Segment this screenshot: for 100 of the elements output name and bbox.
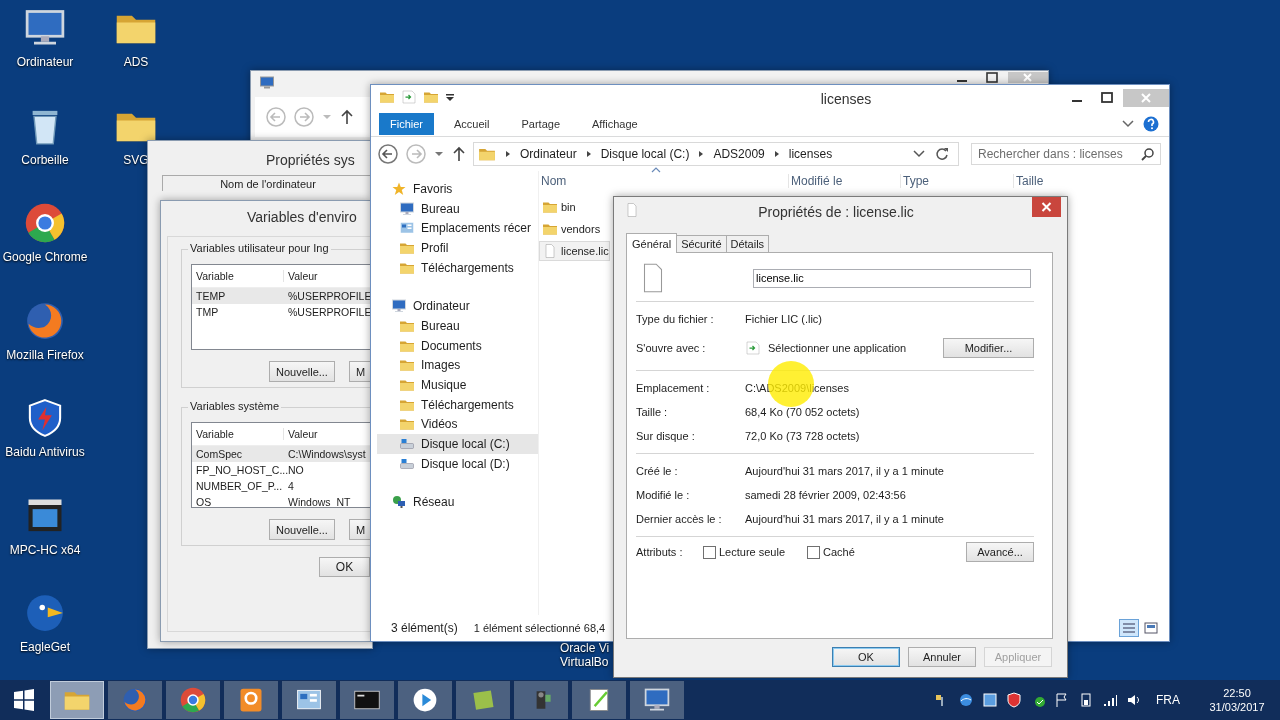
- column-header[interactable]: Type: [901, 174, 1014, 188]
- file-item[interactable]: vendors: [539, 219, 602, 239]
- close-icon[interactable]: [1032, 197, 1061, 217]
- tiles-view-icon[interactable]: [1141, 619, 1161, 637]
- column-header[interactable]: Valeur: [284, 270, 370, 282]
- tab[interactable]: Détails: [725, 235, 770, 252]
- checkbox-label[interactable]: Lecture seule: [719, 546, 786, 558]
- ribbon-tab[interactable]: Fichier: [379, 113, 434, 135]
- help-icon[interactable]: [1143, 116, 1159, 132]
- taskbar-button[interactable]: [166, 681, 220, 719]
- checkbox[interactable]: [703, 545, 716, 559]
- tree-item[interactable]: Réseau: [377, 492, 538, 513]
- tab[interactable]: Nom de l'ordinateur: [162, 175, 372, 191]
- dialog-button[interactable]: Nouvelle...: [269, 519, 335, 540]
- address-bar[interactable]: Ordinateur Disque local (C:) ADS2009 licenses: [473, 142, 959, 166]
- tree-item[interactable]: Bureau: [377, 198, 538, 219]
- advanced-button[interactable]: Avancé...: [966, 542, 1034, 562]
- ribbon-tab[interactable]: Partage: [509, 114, 572, 134]
- desktop-icon-label[interactable]: ADS: [123, 55, 149, 69]
- property-label: Modifié le :: [636, 489, 691, 501]
- tree-item[interactable]: Disque local (D:): [377, 453, 538, 474]
- monitor-icon: [399, 200, 415, 217]
- file-name-field[interactable]: license.lic: [753, 268, 1031, 288]
- column-header[interactable]: Nom: [539, 174, 789, 188]
- panel-icon[interactable]: [982, 692, 998, 708]
- ribbon-tab[interactable]: Affichage: [580, 114, 650, 134]
- column-header[interactable]: Variable: [192, 270, 284, 282]
- desktop-icon-label[interactable]: Corbeille: [21, 152, 69, 167]
- column-header[interactable]: Taille: [1014, 174, 1074, 188]
- selection-info: 1 élément sélectionné 68,4: [473, 622, 606, 634]
- tree-item[interactable]: Disque local (C:): [377, 434, 538, 454]
- modify-button[interactable]: Modifier...: [943, 338, 1034, 358]
- taskbar-button[interactable]: [224, 681, 278, 719]
- breadcrumb-item[interactable]: ADS2009: [713, 147, 765, 161]
- taskbar-button[interactable]: [398, 681, 452, 719]
- back-icon[interactable]: [377, 143, 399, 165]
- globe-icon[interactable]: [958, 692, 974, 708]
- desktop-icon-label[interactable]: Baidu Antivirus: [5, 445, 85, 459]
- tree-item[interactable]: Emplacements récer: [377, 218, 538, 239]
- dialog-button[interactable]: M: [348, 361, 370, 382]
- property-label: Attributs :: [636, 546, 684, 558]
- list-row[interactable]: ComSpec C:\Windows\syst: [192, 446, 370, 462]
- tree-item[interactable]: Téléchargements: [377, 394, 538, 415]
- speaker-icon[interactable]: [1126, 692, 1142, 708]
- desktop-icon-label[interactable]: Google Chrome: [2, 250, 88, 264]
- flag-icon[interactable]: [1054, 692, 1070, 708]
- list-row[interactable]: NUMBER_OF_P... 4: [192, 478, 370, 494]
- dialog-button[interactable]: Nouvelle...: [269, 361, 335, 382]
- tree-item[interactable]: Images: [377, 355, 538, 376]
- taskbar-button[interactable]: [572, 681, 626, 719]
- tree-item[interactable]: Profil: [377, 238, 538, 258]
- property-label: Taille :: [636, 406, 669, 418]
- desktop-icon-label[interactable]: MPC-HC x64: [9, 542, 81, 557]
- language-indicator[interactable]: FRA: [1156, 693, 1180, 707]
- dialog-button[interactable]: Annuler: [908, 647, 976, 667]
- signal-icon[interactable]: [1102, 692, 1118, 708]
- taskbar-button[interactable]: [630, 681, 684, 719]
- breadcrumb-item[interactable]: licenses: [788, 147, 833, 161]
- ok-button[interactable]: OK: [319, 557, 370, 577]
- tree-item[interactable]: Favoris: [377, 179, 538, 199]
- battery-icon[interactable]: [1078, 692, 1094, 708]
- search-field[interactable]: Rechercher dans : licenses: [971, 143, 1161, 165]
- file-item[interactable]: license.lic: [539, 241, 610, 261]
- tree-item[interactable]: Documents: [377, 335, 538, 356]
- desktop-icon-label[interactable]: VirtualBo: [560, 655, 609, 669]
- tree-item[interactable]: Bureau: [377, 316, 538, 336]
- clock-time[interactable]: 22:50: [1223, 686, 1251, 700]
- property-value: 68,4 Ko (70 052 octets): [745, 406, 860, 418]
- details-view-icon[interactable]: [1119, 619, 1139, 637]
- column-header[interactable]: Variable: [192, 428, 284, 440]
- checkbox[interactable]: [807, 545, 821, 559]
- tab[interactable]: Général: [626, 233, 678, 253]
- column-header[interactable]: Modifié le: [789, 174, 901, 188]
- dialog-button[interactable]: M: [348, 519, 370, 540]
- checkbox-label[interactable]: Caché: [823, 546, 855, 558]
- tree-item[interactable]: Ordinateur: [377, 296, 538, 317]
- tree-item[interactable]: Téléchargements: [377, 257, 538, 278]
- desktop-icon-label[interactable]: Ordinateur: [16, 55, 74, 69]
- desktop-icon-label[interactable]: EagleGet: [19, 640, 70, 654]
- file-icon: [624, 202, 640, 218]
- taskbar-button[interactable]: [340, 681, 394, 719]
- tree-item[interactable]: Musique: [377, 375, 538, 395]
- property-value: Aujourd'hui 31 mars 2017, il y a 1 minute: [745, 513, 944, 525]
- taskbar-button[interactable]: [282, 681, 336, 719]
- desktop-icon-label[interactable]: Mozilla Firefox: [6, 347, 84, 362]
- property-value: Aujourd'hui 31 mars 2017, il y a 1 minute: [745, 465, 944, 477]
- list-row[interactable]: FP_NO_HOST_C...NO: [192, 462, 370, 478]
- file-item[interactable]: bin: [539, 197, 577, 217]
- tree-item[interactable]: Vidéos: [377, 414, 538, 435]
- column-header[interactable]: Valeur: [284, 428, 370, 440]
- desktop-icon-label[interactable]: Oracle Vi: [560, 641, 610, 655]
- dialog-button[interactable]: OK: [832, 647, 900, 667]
- item-count: 3 élément(s): [391, 621, 458, 635]
- taskbar-button[interactable]: [514, 681, 568, 719]
- breadcrumb-item[interactable]: Disque local (C:): [600, 147, 690, 161]
- property-label: Emplacement :: [636, 382, 711, 394]
- clock-date[interactable]: 31/03/2017: [1209, 700, 1265, 714]
- ribbon-tab[interactable]: Accueil: [442, 114, 502, 134]
- shield-icon[interactable]: [1006, 692, 1022, 708]
- breadcrumb-item[interactable]: Ordinateur: [520, 147, 577, 161]
